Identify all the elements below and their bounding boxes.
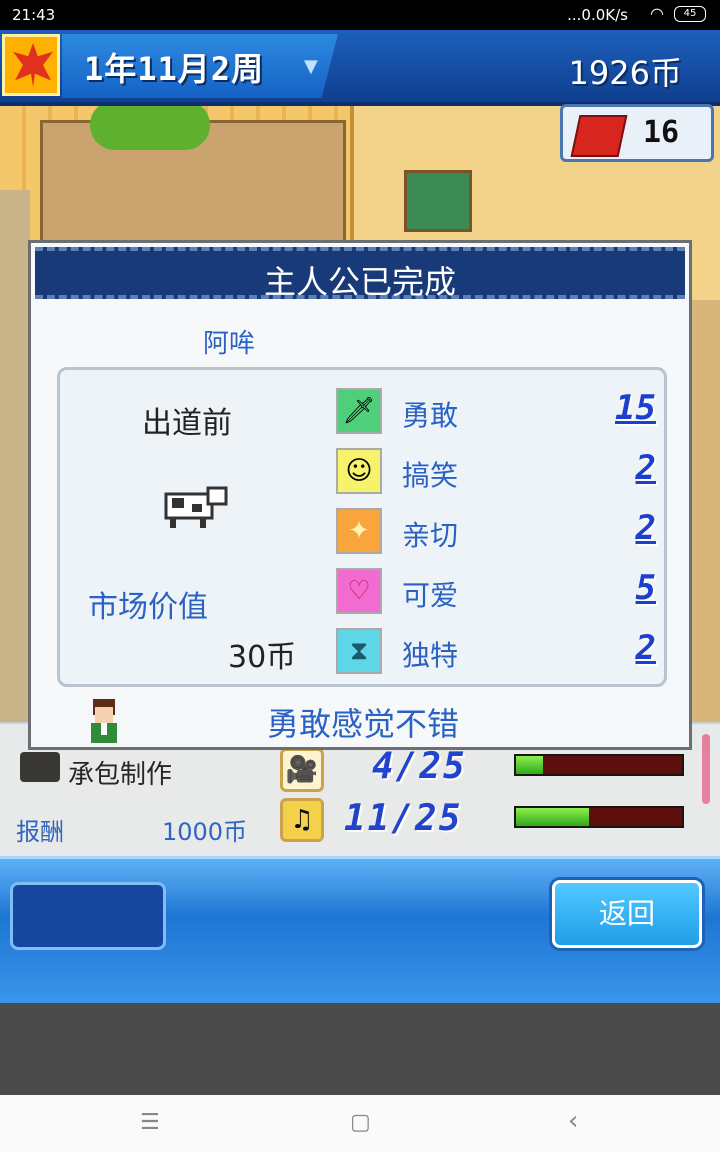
- stat-label: 独特: [402, 639, 459, 672]
- stat-value: 2: [635, 508, 656, 548]
- chevron-down-icon[interactable]: ▼: [304, 56, 318, 77]
- hourglass-icon: ⧗: [336, 628, 382, 674]
- stat-row: ♡ 可爱 5: [336, 568, 656, 618]
- stat-label: 搞笑: [402, 459, 459, 492]
- notice-board: [404, 170, 472, 232]
- cow-icon: [164, 486, 228, 528]
- nav-back-icon[interactable]: ‹: [568, 1106, 578, 1136]
- stat-label: 亲切: [402, 519, 459, 552]
- game-date: 1年11月2周: [84, 50, 265, 88]
- status-time: 21:43: [12, 6, 56, 24]
- hero-complete-dialog: 主人公已完成 阿哞 出道前 市场价值 30币 🗡 勇敢 15 ☺ 搞笑 2 ✦ …: [28, 240, 692, 750]
- letterbox: [0, 1003, 720, 1095]
- sparkle-icon: ✦: [336, 508, 382, 554]
- side-wall: [0, 190, 30, 750]
- smile-icon: ☺: [336, 448, 382, 494]
- stat-row: 🗡 勇敢 15: [336, 388, 656, 438]
- progress-text-1: 4/25: [372, 746, 467, 787]
- stat-value: 2: [635, 448, 656, 488]
- battery-icon: 45: [674, 6, 706, 22]
- status-bar: 21:43 ...0.0K/s ◠ 45: [0, 0, 720, 30]
- hero-info-card: 出道前 市场价值 30币 🗡 勇敢 15 ☺ 搞笑 2 ✦ 亲切 2 ♡ 可爱 …: [57, 367, 667, 687]
- menu-icon[interactable]: ☰: [140, 1110, 160, 1135]
- stat-label: 可爱: [402, 579, 459, 612]
- stat-row: ✦ 亲切 2: [336, 508, 656, 558]
- side-wall-right: [690, 300, 720, 750]
- books-icon: [570, 115, 628, 157]
- network-speed: ...0.0K/s: [567, 6, 628, 24]
- progress-text-2: 11/25: [344, 798, 463, 839]
- sword-icon: 🗡: [336, 388, 382, 434]
- dialog-title: 主人公已完成: [263, 263, 456, 301]
- reward-label: 报酬: [16, 818, 64, 846]
- stat-row: ☺ 搞笑 2: [336, 448, 656, 498]
- progress-bar-2: [514, 806, 684, 828]
- music-note-icon: ♫: [280, 798, 324, 842]
- back-button[interactable]: 返回: [552, 880, 702, 948]
- career-stage: 出道前: [142, 406, 232, 441]
- hero-name: 阿哞: [203, 329, 256, 359]
- project-type: 承包制作: [68, 760, 173, 790]
- coin-balance: 1926币: [568, 54, 682, 92]
- stat-label: 勇敢: [402, 399, 459, 432]
- reward-value: 1000币: [162, 818, 248, 846]
- progress-bar-1: [514, 754, 684, 776]
- heart-icon: ♡: [336, 568, 382, 614]
- stat-row: ⧗ 独特 2: [336, 628, 656, 678]
- camera-icon: 🎥: [280, 748, 324, 792]
- company-logo-icon[interactable]: [2, 34, 60, 96]
- fans-badge[interactable]: 16: [560, 104, 714, 162]
- stat-value: 5: [635, 568, 656, 608]
- wifi-icon: ◠: [650, 4, 664, 23]
- plant: [90, 100, 210, 150]
- stat-value: 15: [615, 388, 656, 428]
- market-value: 30币: [228, 640, 297, 675]
- scrollbar[interactable]: [702, 734, 710, 804]
- camera-icon: [20, 752, 60, 782]
- dialog-comment: 勇敢感觉不错: [266, 705, 459, 743]
- fans-count: 16: [643, 115, 680, 150]
- market-value-label: 市场价值: [88, 590, 208, 625]
- dialog-header: 主人公已完成: [35, 247, 685, 301]
- stat-value: 2: [635, 628, 656, 668]
- empty-slot: [10, 882, 166, 950]
- home-icon[interactable]: ▢: [350, 1110, 371, 1135]
